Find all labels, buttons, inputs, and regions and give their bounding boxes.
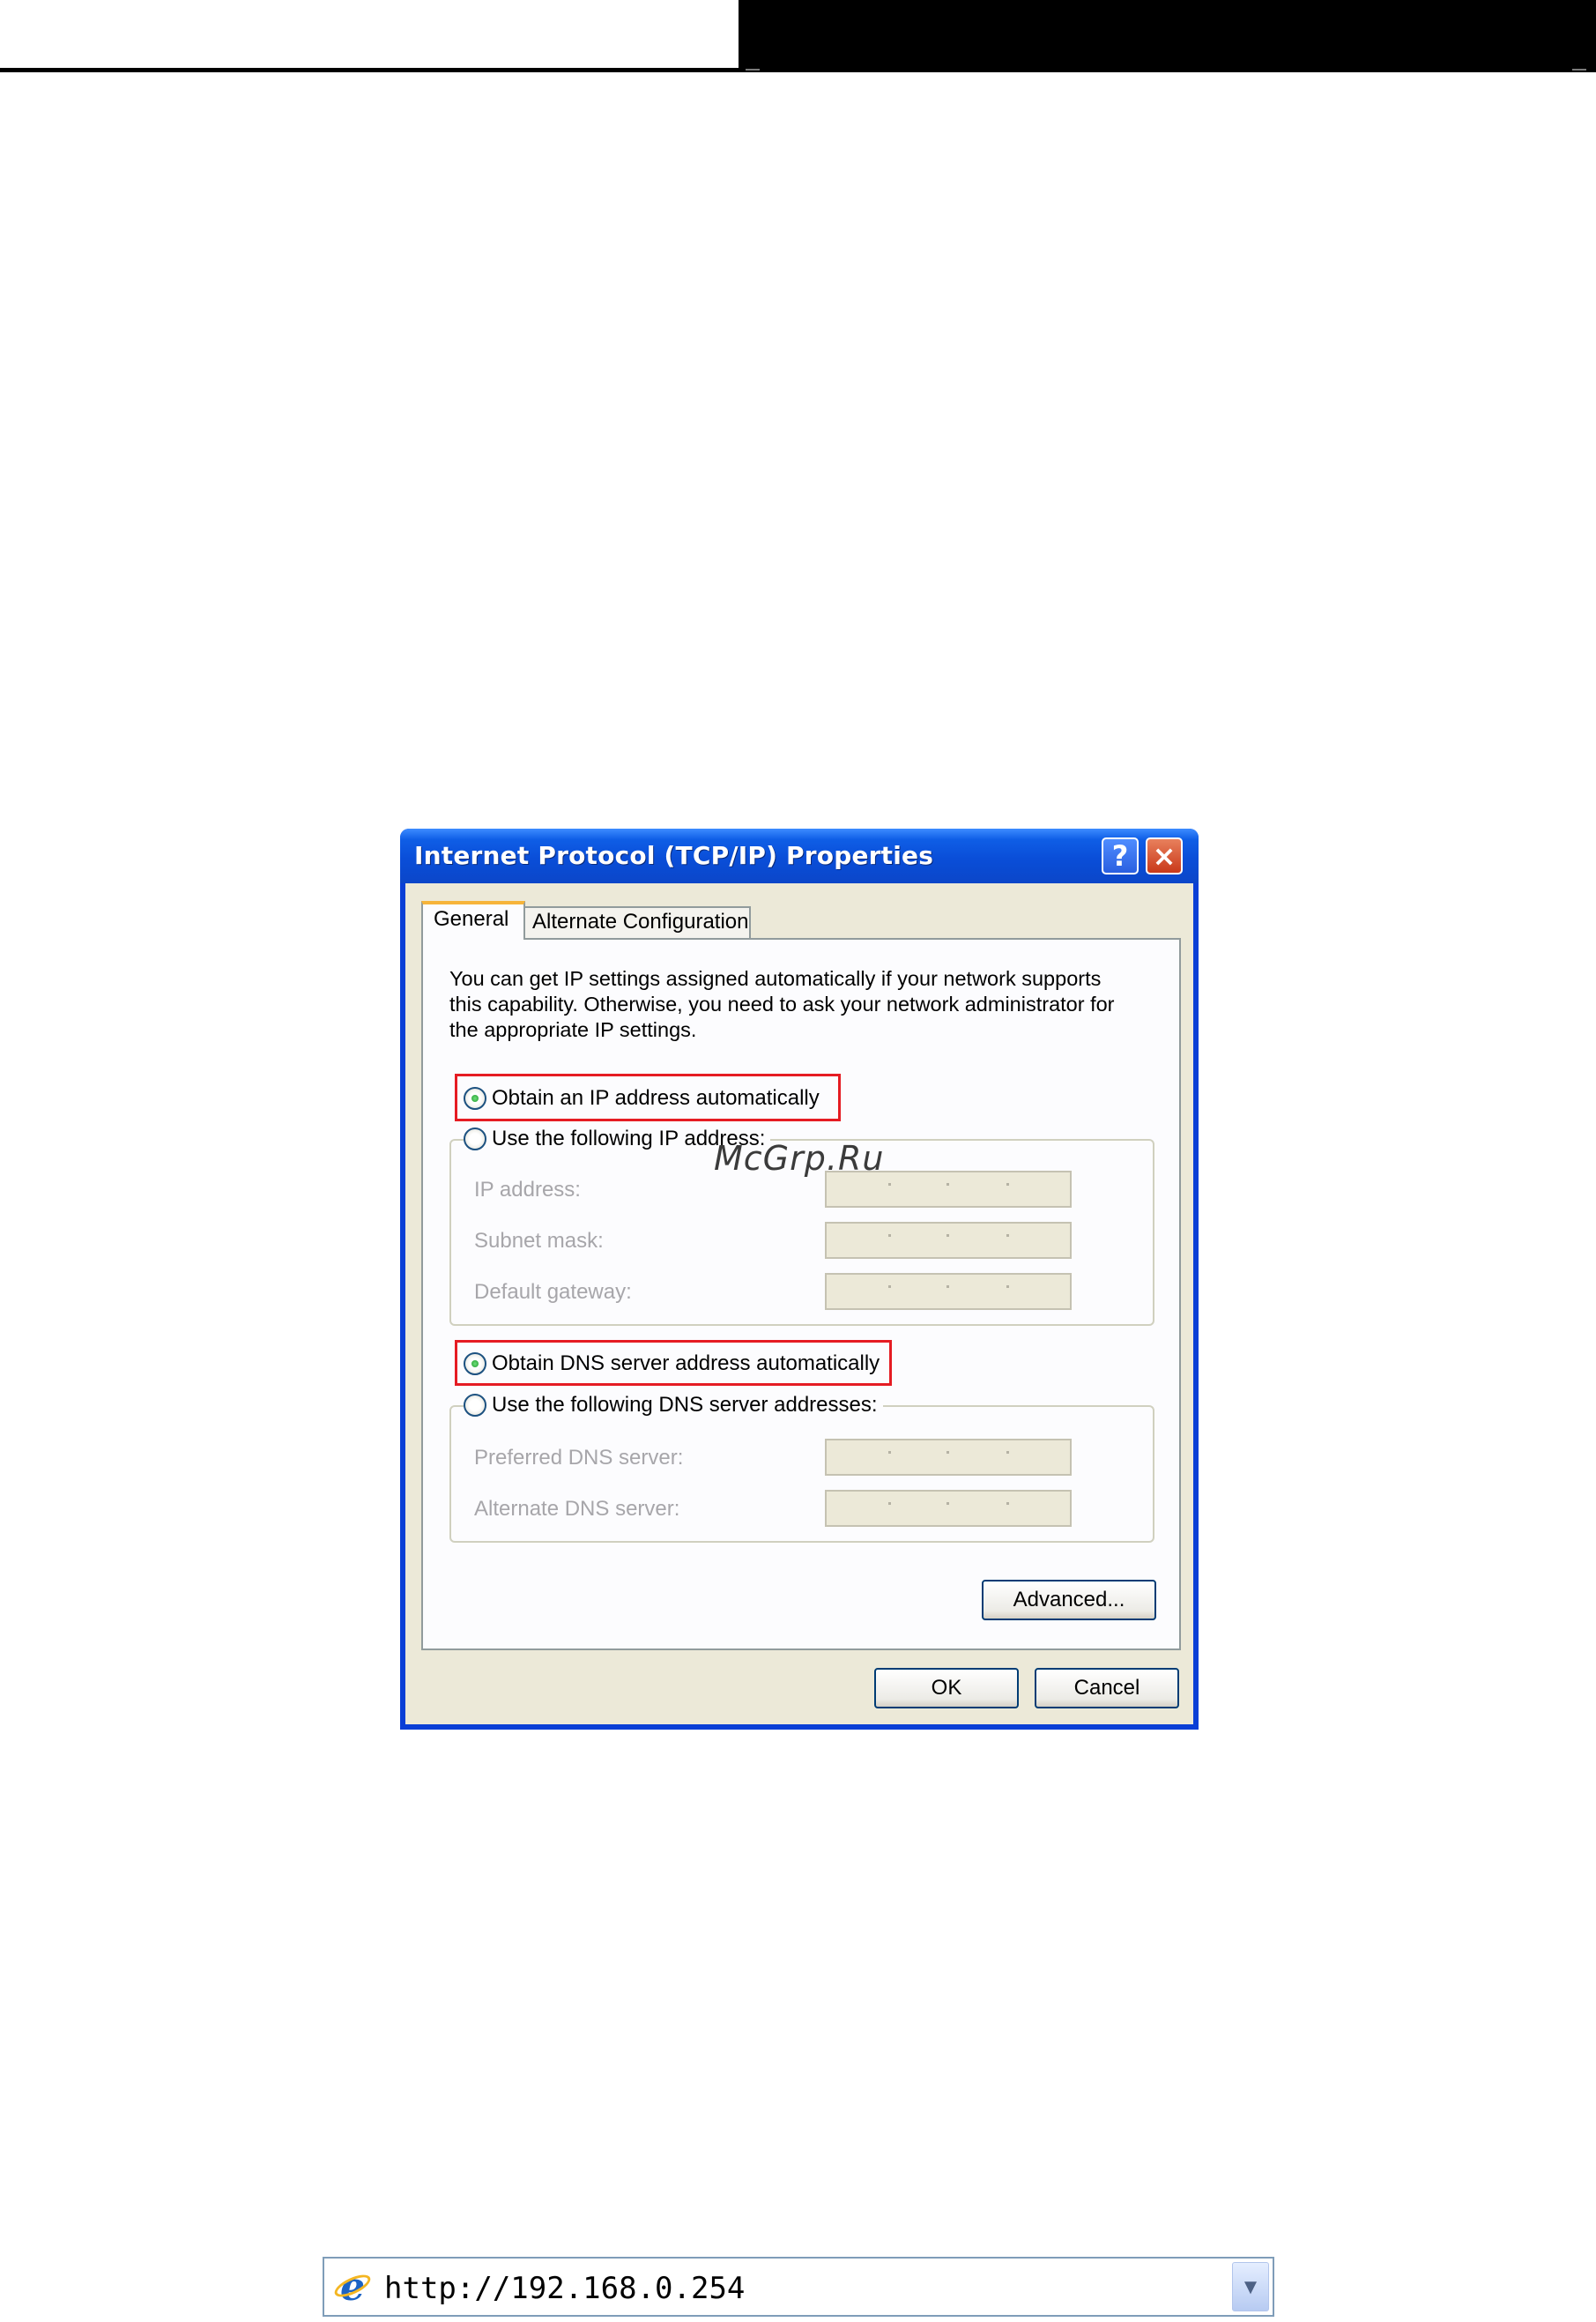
obtain-ip-auto-label: Obtain an IP address automatically — [492, 1086, 820, 1110]
ok-button[interactable]: OK — [874, 1668, 1019, 1708]
chevron-down-icon[interactable]: ▼ — [1232, 2262, 1269, 2311]
radio-unselected-icon — [464, 1128, 486, 1150]
tcpip-properties-dialog: Internet Protocol (TCP/IP) Properties ? … — [400, 829, 1199, 1730]
description-text: You can get IP settings assigned automat… — [449, 966, 1154, 1043]
tab-alternate-configuration[interactable]: Alternate Configuration — [525, 906, 751, 940]
dialog-titlebar[interactable]: Internet Protocol (TCP/IP) Properties ? … — [400, 829, 1199, 883]
ip-address-label: IP address: — [474, 1178, 581, 1202]
general-tab-panel: You can get IP settings assigned automat… — [421, 938, 1181, 1650]
alternate-dns-label: Alternate DNS server: — [474, 1497, 680, 1521]
alternate-dns-input — [825, 1490, 1072, 1527]
radio-selected-icon — [464, 1352, 486, 1375]
ie-browser-icon: e — [331, 2266, 374, 2310]
obtain-dns-auto-label: Obtain DNS server address automatically — [492, 1351, 880, 1375]
radio-unselected-icon — [464, 1394, 486, 1417]
use-following-dns-radio[interactable]: Use the following DNS server addresses: — [464, 1393, 883, 1418]
address-input[interactable]: http://192.168.0.254 — [384, 2271, 745, 2306]
subnet-mask-input — [825, 1222, 1072, 1259]
header-tick — [1572, 69, 1586, 71]
help-icon: ? — [1111, 839, 1129, 873]
close-icon: × — [1152, 839, 1177, 873]
preferred-dns-input — [825, 1439, 1072, 1476]
header-rule — [0, 68, 739, 72]
default-gateway-input — [825, 1273, 1072, 1310]
watermark-text: McGrp.Ru — [714, 1139, 885, 1178]
dialog-body: General Alternate Configuration You can … — [405, 883, 1193, 1724]
default-gateway-label: Default gateway: — [474, 1280, 632, 1304]
header-tick — [746, 69, 760, 71]
description-line: You can get IP settings assigned automat… — [449, 967, 1102, 990]
radio-selected-icon — [464, 1087, 486, 1110]
help-button[interactable]: ? — [1102, 837, 1139, 874]
description-line: the appropriate IP settings. — [449, 1018, 697, 1041]
cancel-button[interactable]: Cancel — [1035, 1668, 1179, 1708]
dialog-title: Internet Protocol (TCP/IP) Properties — [414, 841, 934, 870]
obtain-ip-auto-radio[interactable]: Obtain an IP address automatically — [464, 1086, 820, 1111]
subnet-mask-label: Subnet mask: — [474, 1229, 604, 1253]
tab-general[interactable]: General — [421, 901, 525, 940]
close-button[interactable]: × — [1146, 837, 1183, 874]
preferred-dns-label: Preferred DNS server: — [474, 1446, 684, 1470]
use-following-dns-label: Use the following DNS server addresses: — [492, 1393, 878, 1417]
description-line: this capability. Otherwise, you need to … — [449, 993, 1115, 1016]
advanced-button[interactable]: Advanced... — [982, 1580, 1156, 1620]
browser-address-bar[interactable]: e http://192.168.0.254 ▼ — [323, 2257, 1274, 2317]
header-bar — [739, 0, 1596, 72]
obtain-dns-auto-radio[interactable]: Obtain DNS server address automatically — [464, 1351, 880, 1376]
